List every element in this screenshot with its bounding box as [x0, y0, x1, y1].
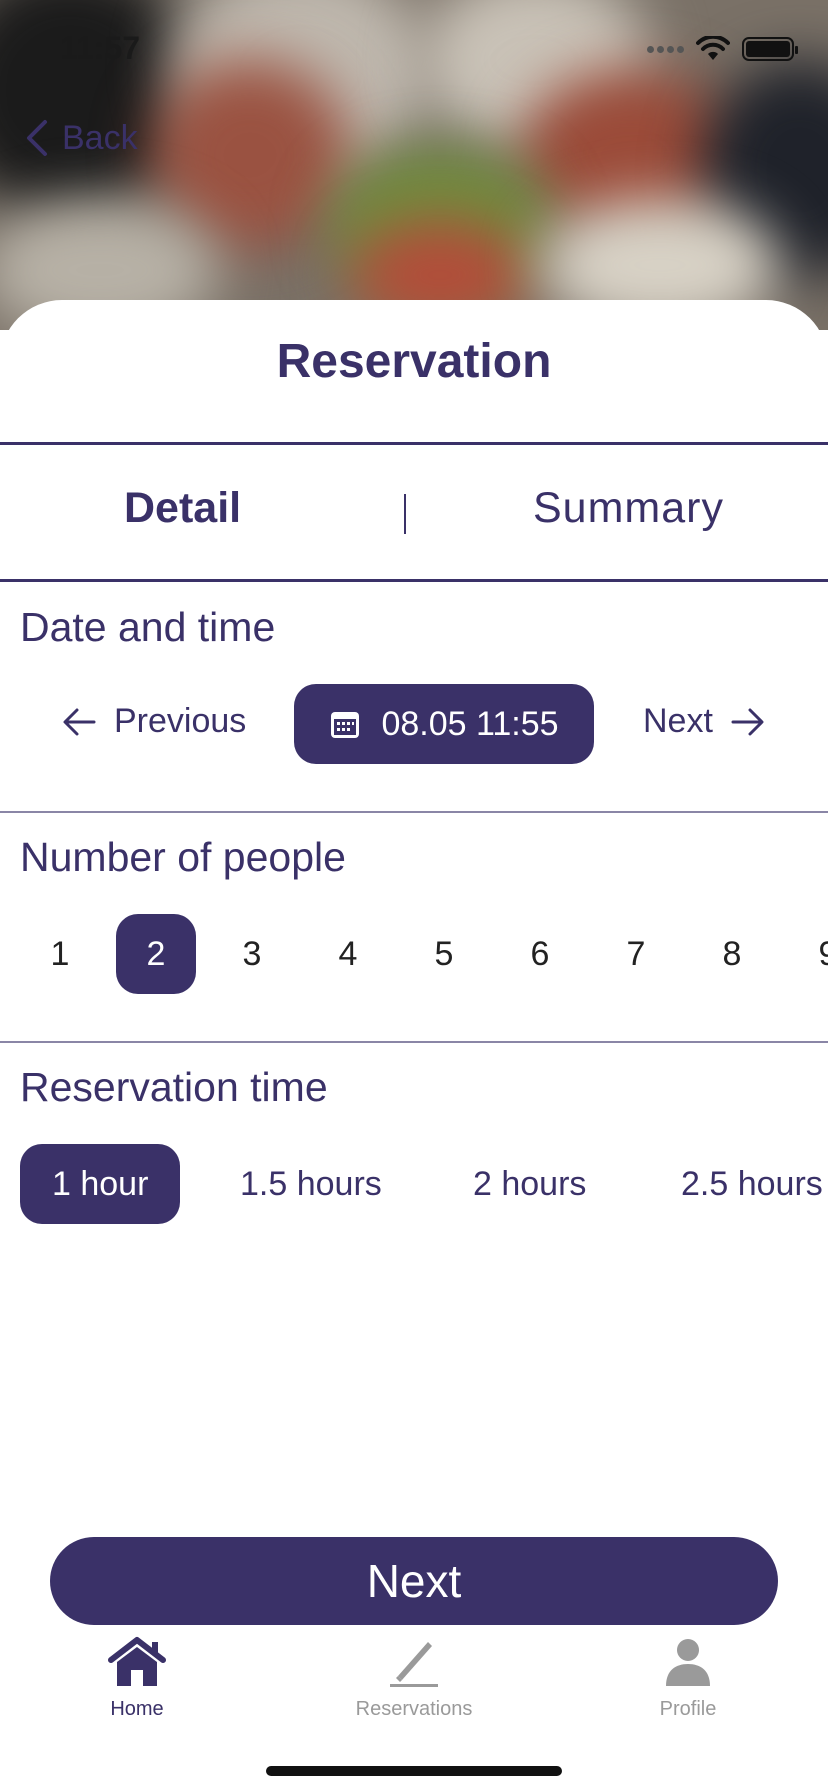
arrow-left-icon [63, 708, 96, 735]
next-date-button[interactable]: Next [643, 702, 765, 741]
next-date-label: Next [643, 702, 713, 740]
person-icon [666, 1639, 710, 1686]
people-option[interactable]: 8 [692, 914, 772, 994]
calendar-icon [331, 712, 360, 738]
people-label: Number of people [20, 834, 346, 880]
back-button[interactable]: Back [24, 118, 138, 158]
pencil-icon [390, 1642, 438, 1687]
tab-divider [404, 494, 406, 534]
battery-icon [742, 37, 798, 61]
status-indicators [647, 36, 798, 62]
people-selector: 1 2 3 4 5 6 7 8 9 [0, 914, 828, 994]
tabbar-label: Profile [659, 1698, 717, 1720]
divider [0, 579, 828, 582]
date-time-label: Date and time [20, 604, 276, 650]
duration-option[interactable]: 2 hours [473, 1144, 586, 1224]
tab-summary[interactable]: Summary [533, 484, 724, 533]
next-button[interactable]: Next [50, 1537, 778, 1625]
tab-detail[interactable]: Detail [124, 484, 241, 533]
back-label: Back [62, 118, 138, 157]
status-time: 11:57 [60, 30, 141, 66]
cellular-signal-icon [647, 45, 684, 53]
tabbar-label: Home [110, 1698, 164, 1720]
wifi-icon [696, 36, 730, 60]
previous-date-button[interactable]: Previous [62, 702, 246, 741]
page-title: Reservation [276, 335, 552, 388]
people-option[interactable]: 5 [404, 914, 484, 994]
duration-option-selected[interactable]: 1 hour [20, 1144, 181, 1224]
duration-option[interactable]: 1.5 hours [240, 1144, 382, 1224]
date-picker-button[interactable]: 08.05 11:55 [294, 684, 594, 764]
people-option[interactable]: 3 [212, 914, 292, 994]
divider [0, 811, 828, 813]
divider [0, 442, 828, 445]
home-indicator [266, 1766, 562, 1776]
tabbar-reservations[interactable]: Reservations [324, 1636, 504, 1721]
people-option-selected[interactable]: 2 [116, 914, 196, 994]
arrow-right-icon [731, 708, 764, 735]
selected-date-time: 08.05 11:55 [381, 704, 559, 743]
people-option[interactable]: 9 [788, 914, 828, 994]
chevron-left-icon [27, 120, 47, 156]
tabbar-profile[interactable]: Profile [598, 1636, 778, 1721]
tabbar-label: Reservations [355, 1698, 473, 1720]
people-option[interactable]: 6 [500, 914, 580, 994]
duration-selector: 1 hour 1.5 hours 2 hours 2.5 hours [0, 1144, 828, 1224]
divider [0, 1041, 828, 1043]
duration-option[interactable]: 2.5 hours [681, 1144, 823, 1224]
people-option[interactable]: 4 [308, 914, 388, 994]
reservation-time-label: Reservation time [20, 1064, 328, 1110]
home-icon [108, 1637, 166, 1686]
previous-label: Previous [114, 702, 247, 740]
tabbar-home[interactable]: Home [47, 1636, 227, 1721]
people-option[interactable]: 1 [20, 914, 100, 994]
people-option[interactable]: 7 [596, 914, 676, 994]
